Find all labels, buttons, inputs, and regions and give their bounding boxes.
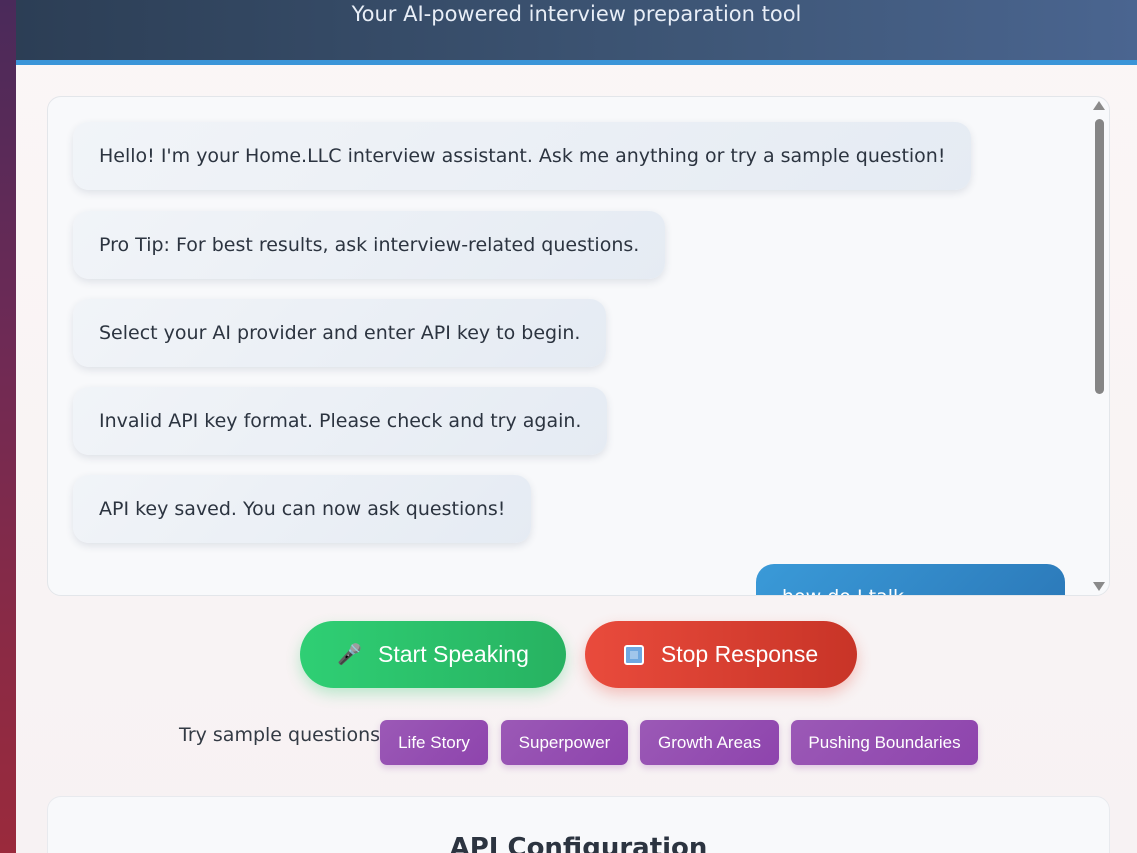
stop-response-label: Stop Response — [660, 641, 819, 667]
start-speaking-button[interactable]: 🎤 Start Speaking — [300, 621, 566, 688]
assistant-message: Invalid API key format. Please check and… — [73, 387, 608, 455]
chat-container[interactable]: Hello! I'm your Home.LLC interview assis… — [47, 96, 1110, 596]
sample-questions-label: Try sample questions: — [179, 724, 387, 746]
user-message: how do I talk... — [756, 564, 1065, 595]
start-speaking-label: Start Speaking — [378, 641, 529, 667]
window-edge — [0, 0, 16, 853]
assistant-message: Select your AI provider and enter API ke… — [73, 299, 607, 367]
sample-chip-life-story[interactable]: Life Story — [380, 720, 488, 765]
header-subtitle: Your AI-powered interview preparation to… — [351, 2, 802, 26]
scroll-up-arrow-icon[interactable] — [1093, 101, 1105, 110]
assistant-message: Pro Tip: For best results, ask interview… — [73, 211, 666, 279]
microphone-icon: 🎤 — [337, 643, 363, 666]
scroll-thumb[interactable] — [1095, 119, 1104, 394]
app-page: Your AI-powered interview preparation to… — [16, 0, 1137, 853]
sample-chip-superpower[interactable]: Superpower — [501, 720, 628, 765]
app-header: Your AI-powered interview preparation to… — [16, 0, 1137, 65]
stop-response-button[interactable]: Stop Response — [585, 621, 857, 688]
scroll-down-arrow-icon[interactable] — [1093, 582, 1105, 591]
assistant-message: Hello! I'm your Home.LLC interview assis… — [73, 122, 972, 190]
user-message-text: how do I talk... — [782, 586, 922, 595]
api-config-card: API Configuration — [47, 796, 1110, 853]
assistant-message: API key saved. You can now ask questions… — [73, 475, 532, 543]
stop-square-icon — [623, 644, 644, 665]
api-config-title: API Configuration — [449, 833, 708, 853]
chat-scrollbar[interactable] — [1093, 101, 1105, 591]
sample-chip-pushing-boundaries[interactable]: Pushing Boundaries — [791, 720, 978, 765]
sample-chip-growth-areas[interactable]: Growth Areas — [640, 720, 779, 765]
